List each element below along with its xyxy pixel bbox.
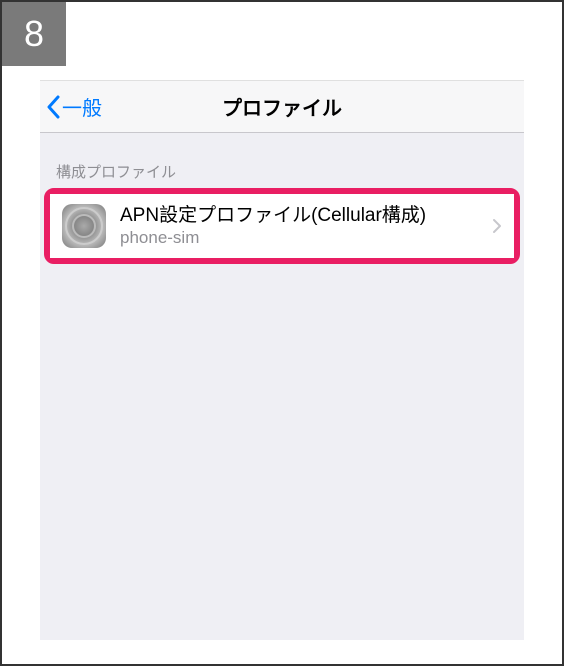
profile-title: APN設定プロファイル(Cellular構成): [120, 204, 484, 228]
page-title: プロファイル: [222, 92, 342, 121]
profile-subtitle: phone-sim: [120, 228, 484, 248]
section-header: 構成プロファイル: [40, 133, 524, 190]
row-text: APN設定プロファイル(Cellular構成) phone-sim: [120, 204, 484, 248]
step-number-badge: 8: [2, 2, 66, 66]
back-button[interactable]: 一般: [40, 92, 102, 121]
phone-screen: 一般 プロファイル 構成プロファイル APN設定プロファイル(Cellular構…: [40, 80, 524, 640]
settings-gear-icon: [62, 204, 106, 248]
profile-row[interactable]: APN設定プロファイル(Cellular構成) phone-sim: [50, 194, 514, 258]
navigation-bar: 一般 プロファイル: [40, 81, 524, 133]
chevron-right-icon: [492, 218, 502, 234]
step-number: 8: [24, 13, 44, 55]
chevron-left-icon: [46, 95, 60, 119]
back-button-label: 一般: [62, 92, 102, 121]
highlight-box: APN設定プロファイル(Cellular構成) phone-sim: [44, 188, 520, 264]
